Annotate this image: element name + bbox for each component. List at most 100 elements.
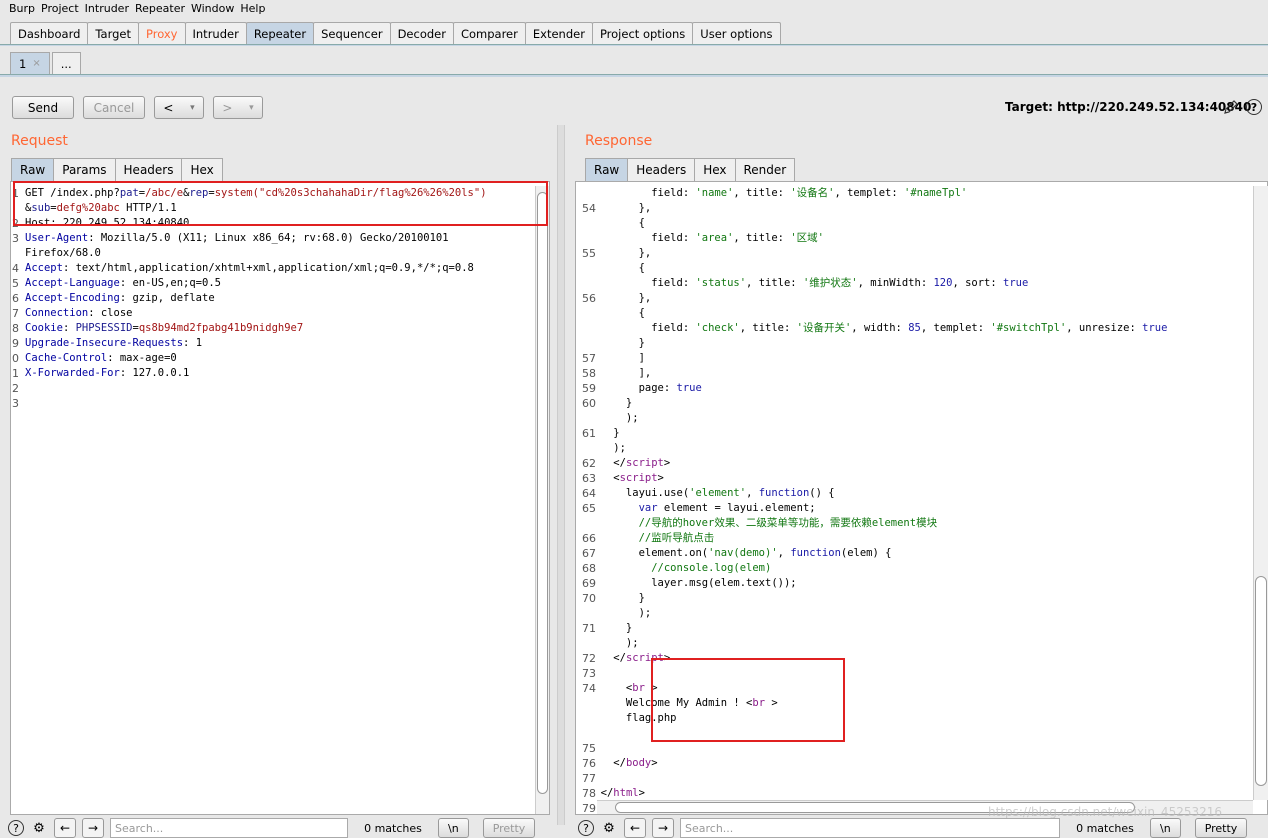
search-prev-button[interactable]: ← bbox=[624, 818, 646, 838]
code-line: //导航的hover效果、二级菜单等功能，需要依赖element模块 bbox=[638, 517, 938, 529]
menu-burp[interactable]: Burp bbox=[9, 2, 35, 15]
tab-decoder[interactable]: Decoder bbox=[389, 22, 454, 44]
code-line: { bbox=[588, 217, 645, 229]
tab-intruder[interactable]: Intruder bbox=[184, 22, 247, 44]
tab-proxy[interactable]: Proxy bbox=[137, 22, 186, 44]
menu-help[interactable]: Help bbox=[240, 2, 265, 15]
cancel-button[interactable]: Cancel bbox=[83, 96, 145, 119]
code-line: } bbox=[588, 427, 620, 439]
code-line: field: 'status', title: '维护状态', minWidth… bbox=[588, 277, 1029, 289]
main-tabs: Dashboard Target Proxy Intruder Repeater Sequ… bbox=[10, 22, 781, 44]
code-line: { bbox=[588, 307, 645, 319]
menu-repeater[interactable]: Repeater bbox=[135, 2, 185, 15]
tab-label: Target bbox=[95, 26, 131, 41]
target-label: Target: http://220.249.52.134:40840 bbox=[1005, 100, 1252, 114]
request-tab-hex[interactable]: Hex bbox=[181, 158, 223, 181]
forward-button[interactable]: > ▾ bbox=[213, 96, 263, 119]
search-prev-button[interactable]: ← bbox=[54, 818, 76, 838]
match-count: 0 matches bbox=[364, 821, 422, 835]
pretty-button[interactable]: Pretty bbox=[1194, 818, 1248, 838]
code-line: <script> bbox=[588, 472, 664, 484]
code-line: } bbox=[588, 397, 633, 409]
code-line: </html> bbox=[588, 787, 645, 799]
line-number: 3 bbox=[12, 232, 19, 245]
code-line: element.on('nav(demo)', function(elem) { bbox=[588, 547, 892, 559]
tab-label: Dashboard bbox=[18, 26, 81, 41]
response-tab-hex[interactable]: Hex bbox=[694, 158, 736, 181]
tab-label: Extender bbox=[532, 26, 585, 41]
newline-toggle[interactable]: \n bbox=[1150, 818, 1181, 838]
code-line: }, bbox=[588, 247, 652, 259]
code-line: Cache-Control: max-age=0 bbox=[25, 352, 177, 364]
line-number: 79 bbox=[582, 802, 596, 815]
pretty-button[interactable]: Pretty bbox=[482, 818, 536, 838]
request-tab-params[interactable]: Params bbox=[53, 158, 116, 181]
newline-toggle[interactable]: \n bbox=[438, 818, 469, 838]
code-line: layui.use('element', function() { bbox=[588, 487, 835, 499]
menu-window[interactable]: Window bbox=[191, 2, 234, 15]
code-line: ] bbox=[588, 352, 645, 364]
repeater-tabs: 1 × ... bbox=[10, 52, 83, 74]
watermark: https://blog.csdn.net/weixin_45253216 bbox=[988, 805, 1223, 819]
request-tab-headers[interactable]: Headers bbox=[114, 158, 183, 181]
response-tab-headers[interactable]: Headers bbox=[627, 158, 696, 181]
request-scrollbar[interactable] bbox=[535, 186, 549, 814]
response-tab-render[interactable]: Render bbox=[734, 158, 796, 181]
code-line: //监听导航点击 bbox=[638, 532, 715, 544]
tab-comparer[interactable]: Comparer bbox=[452, 22, 526, 44]
response-scrollbar[interactable] bbox=[1253, 186, 1268, 800]
code-line: X-Forwarded-For: 127.0.0.1 bbox=[25, 367, 190, 379]
menu-project[interactable]: Project bbox=[41, 2, 79, 15]
tab-project-options[interactable]: Project options bbox=[591, 22, 694, 44]
tab-label: Sequencer bbox=[321, 26, 383, 41]
request-tab-raw[interactable]: Raw bbox=[11, 158, 55, 181]
line-number: 10 bbox=[11, 352, 19, 365]
request-editor[interactable]: 1 GET /index.php?pat=/abc/e&rep=system("c… bbox=[10, 181, 550, 815]
highlight-box bbox=[651, 658, 845, 742]
line-number: 4 bbox=[12, 262, 19, 275]
line-number: 75 bbox=[582, 742, 596, 755]
code-line: layer.msg(elem.text()); bbox=[588, 577, 797, 589]
code-line: field: 'check', title: '设备开关', width: 85… bbox=[588, 322, 1168, 334]
code-line: ); bbox=[588, 637, 639, 649]
tab-dashboard[interactable]: Dashboard bbox=[10, 22, 89, 44]
gear-icon[interactable]: ⚙ bbox=[600, 819, 618, 837]
code-line: }, bbox=[588, 202, 652, 214]
code-line: page: true bbox=[588, 382, 702, 394]
forward-arrow-icon: > bbox=[222, 100, 233, 115]
tab-target[interactable]: Target bbox=[87, 22, 139, 44]
tab-user-options[interactable]: User options bbox=[692, 22, 781, 44]
back-button[interactable]: < ▾ bbox=[154, 96, 204, 119]
code-line: Accept: text/html,application/xhtml+xml,… bbox=[25, 262, 474, 274]
tab-label: User options bbox=[700, 26, 773, 41]
line-number: 77 bbox=[582, 772, 596, 785]
send-button[interactable]: Send bbox=[12, 96, 74, 119]
tab-label: Proxy bbox=[145, 26, 178, 41]
close-icon[interactable]: × bbox=[32, 58, 40, 69]
line-number: 8 bbox=[12, 322, 19, 335]
repeater-tab-label: 1 bbox=[19, 56, 27, 71]
pane-splitter[interactable] bbox=[557, 125, 565, 825]
code-line: User-Agent: Mozilla/5.0 (X11; Linux x86_… bbox=[25, 232, 449, 244]
code-line: } bbox=[588, 337, 645, 349]
scroll-thumb[interactable] bbox=[1255, 576, 1267, 786]
repeater-tab-1[interactable]: 1 × bbox=[10, 52, 50, 74]
tab-sequencer[interactable]: Sequencer bbox=[313, 22, 391, 44]
repeater-tab-new[interactable]: ... bbox=[51, 52, 81, 74]
tab-extender[interactable]: Extender bbox=[524, 22, 593, 44]
search-input[interactable]: Search... bbox=[680, 818, 1060, 838]
help-icon[interactable]: ? bbox=[1246, 99, 1262, 115]
code-line: var element = layui.element; bbox=[638, 502, 816, 514]
search-input[interactable]: Search... bbox=[110, 818, 348, 838]
line-number: 12 bbox=[11, 382, 19, 395]
scroll-thumb[interactable] bbox=[537, 192, 548, 794]
tab-repeater[interactable]: Repeater bbox=[245, 22, 315, 44]
search-next-button[interactable]: → bbox=[82, 818, 104, 838]
search-next-button[interactable]: → bbox=[652, 818, 674, 838]
code-line: ); bbox=[588, 412, 639, 424]
back-arrow-icon: < bbox=[163, 100, 174, 115]
pencil-icon[interactable] bbox=[1222, 98, 1240, 116]
menu-intruder[interactable]: Intruder bbox=[85, 2, 129, 15]
response-tab-raw[interactable]: Raw bbox=[585, 158, 629, 181]
gear-icon[interactable]: ⚙ bbox=[30, 819, 48, 837]
